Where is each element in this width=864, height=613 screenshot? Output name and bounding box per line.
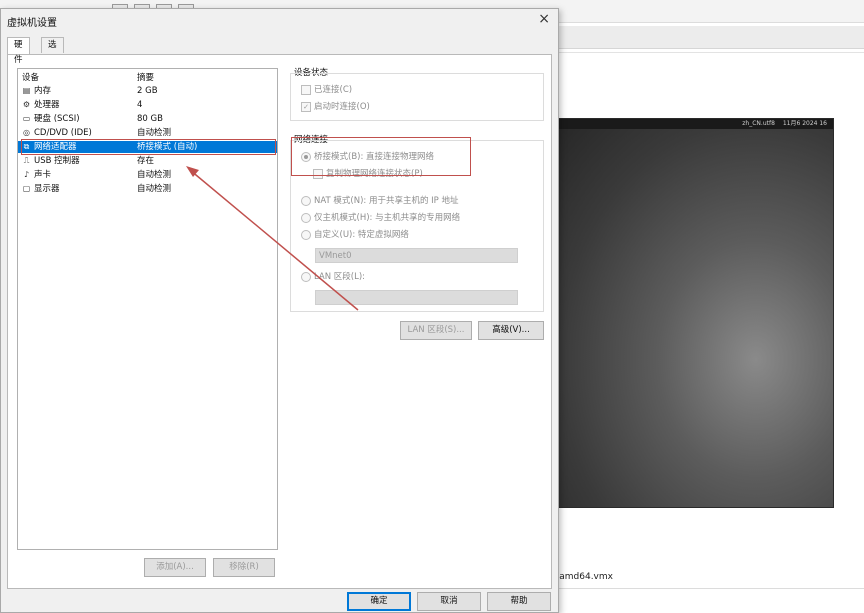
remove-device-button[interactable]: 移除(R) bbox=[213, 558, 275, 577]
device-row-cd-dvd[interactable]: ◎ CD/DVD (IDE) 自动检测 bbox=[18, 127, 277, 139]
tab-options[interactable]: 选项 bbox=[41, 37, 64, 65]
vm-locale-indicator: zh_CN.utf8 bbox=[742, 120, 775, 127]
ok-button[interactable]: 确定 bbox=[347, 592, 411, 611]
device-name: USB 控制器 bbox=[34, 156, 80, 166]
dialog-title: 虚拟机设置 bbox=[7, 18, 57, 29]
usb-icon: ⎍ bbox=[23, 156, 30, 165]
checkbox-box: ✓ bbox=[301, 102, 311, 112]
tab-hardware[interactable]: 硬件 bbox=[7, 37, 30, 65]
help-button[interactable]: 帮助 bbox=[487, 592, 551, 611]
custom-network-select[interactable]: VMnet0 bbox=[315, 248, 518, 263]
display-icon: ▢ bbox=[22, 184, 31, 193]
device-summary: 自动检测 bbox=[137, 170, 172, 180]
device-name: 硬盘 (SCSI) bbox=[34, 114, 80, 124]
annotation-outline-network-row bbox=[21, 139, 276, 155]
cd-dvd-icon: ◎ bbox=[23, 128, 30, 137]
device-row-memory[interactable]: ▤ 内存 2 GB bbox=[18, 85, 277, 97]
checkbox-box bbox=[301, 85, 311, 95]
connected-label: 已连接(C) bbox=[314, 85, 353, 95]
column-summary: 摘要 bbox=[137, 73, 155, 83]
device-list[interactable]: 设备 摘要 ▤ 内存 2 GB ⚙ 处理器 4 ▭ 硬盘 (SCSI) 80 G… bbox=[17, 68, 278, 550]
device-summary: 自动检测 bbox=[137, 128, 172, 138]
radio-dot bbox=[301, 230, 311, 240]
device-name: CD/DVD (IDE) bbox=[34, 128, 92, 138]
device-summary: 自动检测 bbox=[137, 184, 172, 194]
lan-segment-label: LAN 区段(L): bbox=[314, 272, 366, 282]
device-row-processor[interactable]: ⚙ 处理器 4 bbox=[18, 99, 277, 111]
device-summary: 存在 bbox=[137, 156, 155, 166]
processor-icon: ⚙ bbox=[22, 100, 31, 109]
lan-segments-button[interactable]: LAN 区段(S)... bbox=[400, 321, 472, 340]
vmx-filename: -amd64.vmx bbox=[556, 572, 613, 582]
memory-icon: ▤ bbox=[22, 86, 31, 95]
advanced-button[interactable]: 高级(V)... bbox=[478, 321, 544, 340]
vm-clock: 11月6 2024 16 bbox=[782, 120, 827, 127]
vm-guest-top-bar: zh_CN.utf8 11月6 2024 16 bbox=[557, 119, 833, 129]
radio-dot bbox=[301, 272, 311, 282]
radio-dot bbox=[301, 196, 311, 206]
cancel-button[interactable]: 取消 bbox=[417, 592, 481, 611]
device-summary: 80 GB bbox=[137, 114, 163, 124]
close-icon[interactable]: × bbox=[538, 11, 550, 27]
background-divider bbox=[555, 52, 864, 53]
annotation-outline-bridged bbox=[291, 137, 471, 176]
device-name: 显示器 bbox=[34, 184, 60, 194]
background-tab-strip bbox=[555, 26, 864, 49]
device-row-usb[interactable]: ⎍ USB 控制器 存在 bbox=[18, 155, 277, 167]
device-summary: 2 GB bbox=[137, 86, 158, 96]
vm-settings-dialog: 虚拟机设置 × 硬件 选项 设备 摘要 ▤ 内存 2 GB ⚙ 处理器 4 ▭ bbox=[0, 8, 559, 613]
device-name: 处理器 bbox=[34, 100, 60, 110]
column-device: 设备 bbox=[22, 73, 40, 83]
connect-on-power-label: 启动时连接(O) bbox=[314, 102, 370, 112]
device-name: 声卡 bbox=[34, 170, 52, 180]
device-row-display[interactable]: ▢ 显示器 自动检测 bbox=[18, 183, 277, 195]
host-only-label: 仅主机模式(H): 与主机共享的专用网络 bbox=[314, 213, 461, 223]
device-summary: 4 bbox=[137, 100, 143, 110]
device-list-header: 设备 摘要 bbox=[18, 71, 277, 83]
lan-segment-select[interactable] bbox=[315, 290, 518, 305]
device-name: 内存 bbox=[34, 86, 52, 96]
hard-disk-icon: ▭ bbox=[22, 114, 31, 123]
device-status-group: 已连接(C) ✓ 启动时连接(O) bbox=[290, 73, 544, 121]
custom-label: 自定义(U): 特定虚拟网络 bbox=[314, 230, 409, 240]
add-device-button[interactable]: 添加(A)... bbox=[144, 558, 206, 577]
vm-console-screen[interactable]: zh_CN.utf8 11月6 2024 16 bbox=[556, 118, 834, 508]
nat-label: NAT 模式(N): 用于共享主机的 IP 地址 bbox=[314, 196, 459, 206]
device-row-sound[interactable]: ♪ 声卡 自动检测 bbox=[18, 169, 277, 181]
device-row-hard-disk[interactable]: ▭ 硬盘 (SCSI) 80 GB bbox=[18, 113, 277, 125]
radio-dot bbox=[301, 213, 311, 223]
sound-icon: ♪ bbox=[23, 170, 30, 179]
hardware-panel: 设备 摘要 ▤ 内存 2 GB ⚙ 处理器 4 ▭ 硬盘 (SCSI) 80 G… bbox=[7, 54, 552, 589]
